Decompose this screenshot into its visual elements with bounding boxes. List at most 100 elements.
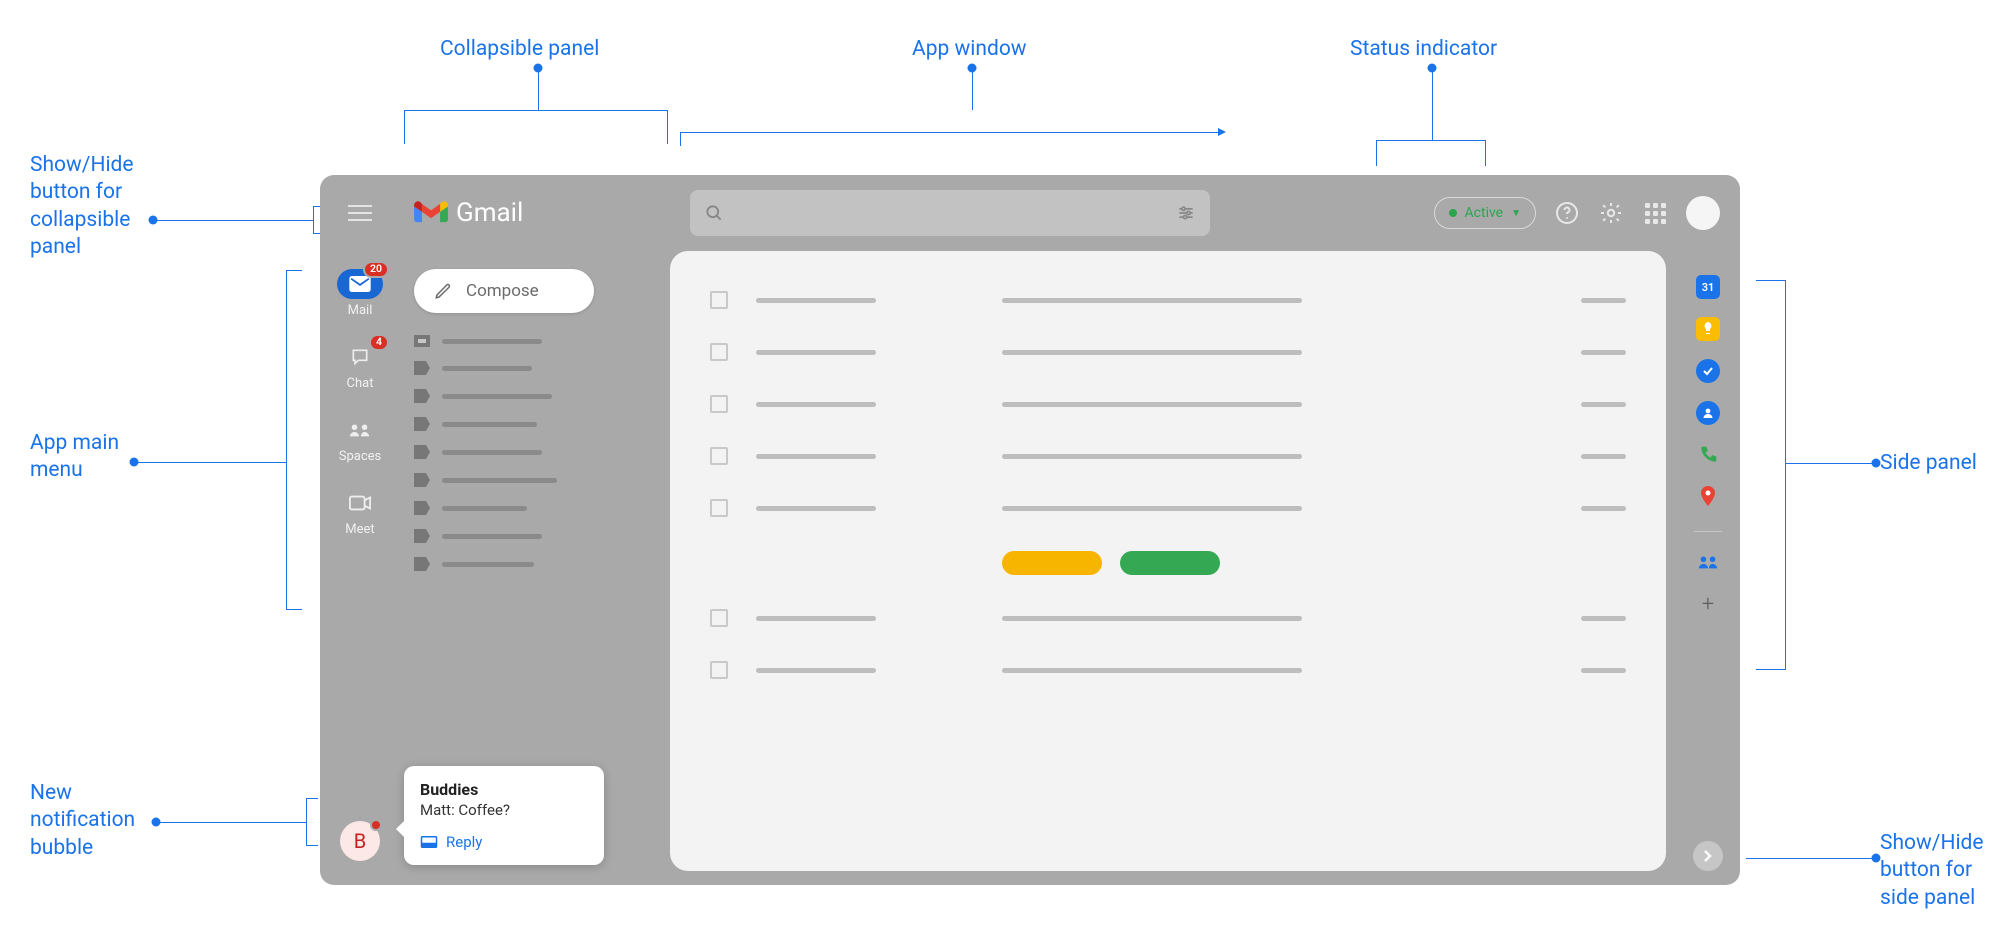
rail-item-mail[interactable]: 20 Mail: [337, 269, 383, 318]
badge: 20: [363, 261, 389, 278]
compose-button[interactable]: Compose: [414, 269, 594, 313]
side-app-voice[interactable]: [1696, 443, 1720, 467]
mail-row[interactable]: [710, 343, 1626, 361]
toggle-collapsible-panel-button[interactable]: [320, 175, 400, 251]
apps-grid-icon: [1645, 203, 1666, 224]
app-window: [670, 251, 1676, 885]
rail-item-spaces[interactable]: Spaces: [337, 415, 383, 464]
notification-reply-button[interactable]: Reply: [420, 833, 588, 851]
search-input[interactable]: [734, 204, 1176, 222]
status-indicator[interactable]: Active ▼: [1434, 197, 1536, 229]
brand-name: Gmail: [456, 198, 523, 228]
annotation-app-main-menu: App main menu: [30, 430, 119, 485]
add-app-button[interactable]: +: [1702, 592, 1714, 617]
time-placeholder: [1581, 402, 1626, 407]
label-item[interactable]: [414, 361, 656, 375]
unread-dot-icon: [370, 819, 382, 831]
mail-row[interactable]: [710, 499, 1626, 517]
time-placeholder: [1581, 668, 1626, 673]
label-icon: [414, 445, 430, 459]
rail-item-label: Chat: [347, 376, 374, 391]
annotation-status-indicator: Status indicator: [1350, 36, 1497, 63]
side-app-calendar[interactable]: 31: [1696, 275, 1720, 299]
label-item[interactable]: [414, 529, 656, 543]
checkbox[interactable]: [710, 291, 728, 309]
notification-bubble-avatar[interactable]: B: [340, 821, 380, 861]
tune-icon[interactable]: [1176, 203, 1196, 223]
help-button[interactable]: [1554, 200, 1580, 226]
rail-item-meet[interactable]: Meet: [337, 488, 383, 537]
collapsible-panel: Compose Buddies Matt: Coffee? Reply: [400, 251, 670, 885]
mail-row[interactable]: [710, 395, 1626, 413]
label-item[interactable]: [414, 501, 656, 515]
annotation-collapsible-panel: Collapsible panel: [440, 36, 599, 63]
label-placeholder: [442, 506, 527, 511]
mail-row[interactable]: [710, 447, 1626, 465]
label-item[interactable]: [414, 445, 656, 459]
settings-button[interactable]: [1598, 200, 1624, 226]
checkbox[interactable]: [710, 661, 728, 679]
chevron-down-icon: ▼: [1511, 208, 1521, 219]
bubble-initial: B: [354, 829, 366, 853]
label-placeholder: [442, 422, 537, 427]
side-app-keep[interactable]: [1696, 317, 1720, 341]
label-placeholder: [442, 534, 542, 539]
label-item[interactable]: [414, 389, 656, 403]
checkbox[interactable]: [710, 609, 728, 627]
spaces-icon: [337, 415, 383, 445]
label-item[interactable]: [414, 417, 656, 431]
side-app-contacts[interactable]: [1696, 401, 1720, 425]
subject-placeholder: [1002, 454, 1302, 459]
subject-placeholder: [1002, 506, 1302, 511]
voice-icon: [1696, 443, 1720, 467]
time-placeholder: [1581, 298, 1626, 303]
toggle-side-panel-button[interactable]: [1693, 841, 1723, 871]
checkbox[interactable]: [710, 447, 728, 465]
annotation-show-hide-panel: Show/Hide button for collapsible panel: [30, 152, 134, 261]
maps-icon: [1696, 485, 1720, 509]
label-item[interactable]: [414, 473, 656, 487]
app-frame: Gmail Active ▼ 20 Mail 4Chat Spaces Meet: [320, 175, 1740, 885]
tasks-icon: [1696, 359, 1720, 383]
status-label: Active: [1465, 205, 1504, 221]
meet-icon: [337, 488, 383, 518]
sender-placeholder: [756, 506, 876, 511]
label-icon: [414, 473, 430, 487]
side-app-tasks[interactable]: [1696, 359, 1720, 383]
account-avatar[interactable]: [1686, 196, 1720, 230]
label-icon: [414, 389, 430, 403]
brand: Gmail: [400, 175, 670, 251]
reply-label: Reply: [446, 833, 482, 851]
label-icon: [414, 417, 430, 431]
search-icon: [704, 203, 724, 223]
search-bar[interactable]: [690, 190, 1210, 236]
checkbox[interactable]: [710, 499, 728, 517]
reply-icon: [420, 835, 438, 849]
apps-launcher-button[interactable]: [1642, 200, 1668, 226]
label-item[interactable]: [414, 557, 656, 571]
mail-row[interactable]: [710, 661, 1626, 679]
chip-row: [710, 551, 1626, 575]
subject-placeholder: [1002, 298, 1302, 303]
mail-row[interactable]: [710, 609, 1626, 627]
rail-item-label: Mail: [348, 303, 373, 318]
chip-green[interactable]: [1120, 551, 1220, 575]
chip-yellow[interactable]: [1002, 551, 1102, 575]
mail-row[interactable]: [710, 291, 1626, 309]
gear-icon: [1599, 201, 1623, 225]
time-placeholder: [1581, 506, 1626, 511]
side-app-maps[interactable]: [1696, 485, 1720, 509]
sender-placeholder: [756, 668, 876, 673]
label-placeholder: [442, 339, 542, 344]
side-app-addons[interactable]: [1697, 554, 1719, 574]
time-placeholder: [1581, 616, 1626, 621]
sender-placeholder: [756, 616, 876, 621]
rail-item-label: Spaces: [339, 449, 382, 464]
mail-icon: 20: [337, 269, 383, 299]
sender-placeholder: [756, 402, 876, 407]
rail-item-chat[interactable]: 4Chat: [337, 342, 383, 391]
chevron-right-icon: [1702, 850, 1714, 862]
checkbox[interactable]: [710, 395, 728, 413]
checkbox[interactable]: [710, 343, 728, 361]
label-item[interactable]: [414, 335, 656, 347]
